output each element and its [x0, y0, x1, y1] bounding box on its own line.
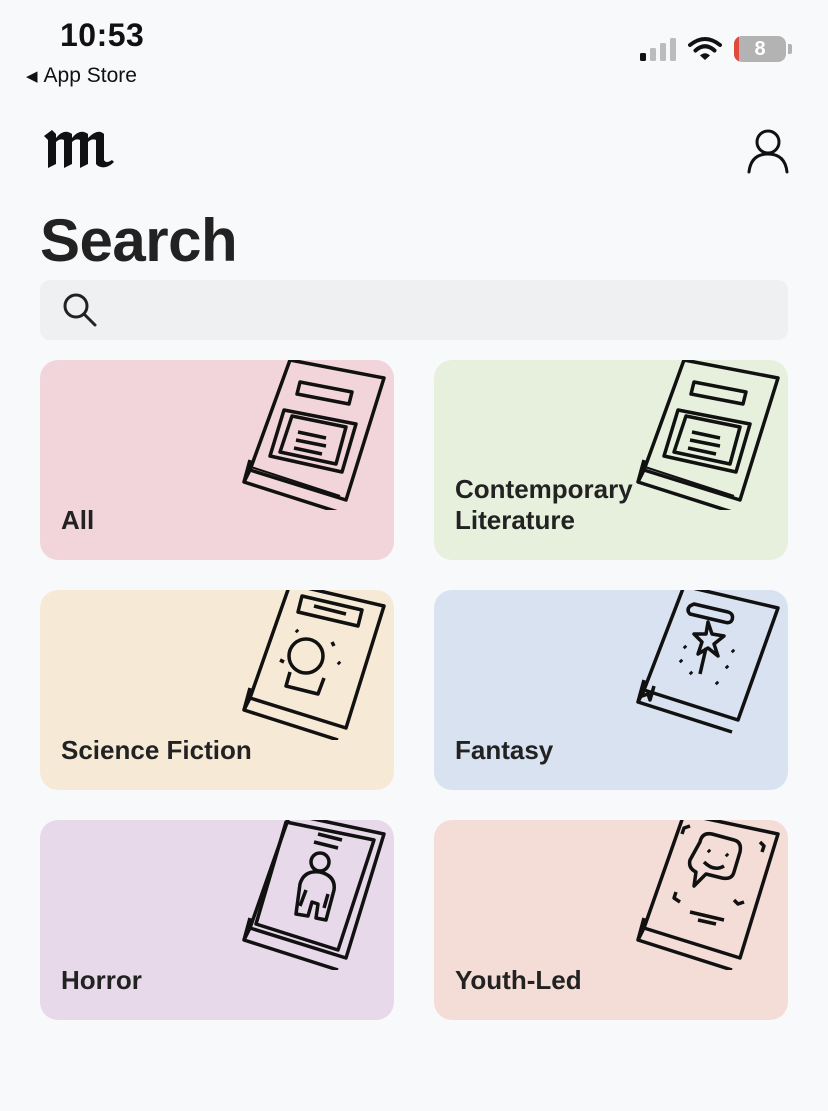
category-label: Youth-Led	[455, 965, 582, 995]
category-card-horror[interactable]: Horror	[40, 820, 394, 1020]
page-title: Search	[40, 207, 238, 274]
category-card-contemporary-literature[interactable]: Contemporary Literature	[434, 360, 788, 560]
profile-icon[interactable]	[746, 128, 790, 179]
category-card-fantasy[interactable]: Fantasy	[434, 590, 788, 790]
category-card-youth-led[interactable]: Youth-Led	[434, 820, 788, 1020]
book-document-icon	[242, 360, 386, 510]
category-label: Fantasy	[455, 735, 554, 765]
cellular-signal-icon	[640, 37, 676, 61]
category-label: Contemporary Literature	[455, 474, 633, 535]
back-to-app-link[interactable]: ◀ App Store	[26, 64, 137, 88]
category-card-science-fiction[interactable]: Science Fiction	[40, 590, 394, 790]
back-app-label: App Store	[43, 64, 137, 87]
book-speech-bubble-icon	[636, 820, 780, 970]
book-magic-wand-icon	[636, 590, 780, 734]
status-indicators: 8	[640, 36, 792, 62]
back-triangle-icon: ◀	[26, 68, 38, 85]
app-logo	[42, 126, 118, 175]
category-label: Horror	[61, 965, 142, 995]
search-icon	[63, 293, 97, 327]
category-label: Science Fiction	[61, 735, 252, 765]
battery-level: 8	[754, 37, 766, 60]
search-bar[interactable]	[40, 280, 788, 340]
status-time: 10:53	[60, 17, 145, 53]
wifi-icon	[688, 37, 722, 60]
category-label: All	[61, 505, 95, 535]
search-input[interactable]	[110, 280, 788, 340]
book-crystal-ball-icon	[242, 590, 386, 740]
category-card-all[interactable]: All	[40, 360, 394, 560]
book-figure-icon	[242, 820, 386, 970]
battery-icon: 8	[734, 36, 786, 62]
